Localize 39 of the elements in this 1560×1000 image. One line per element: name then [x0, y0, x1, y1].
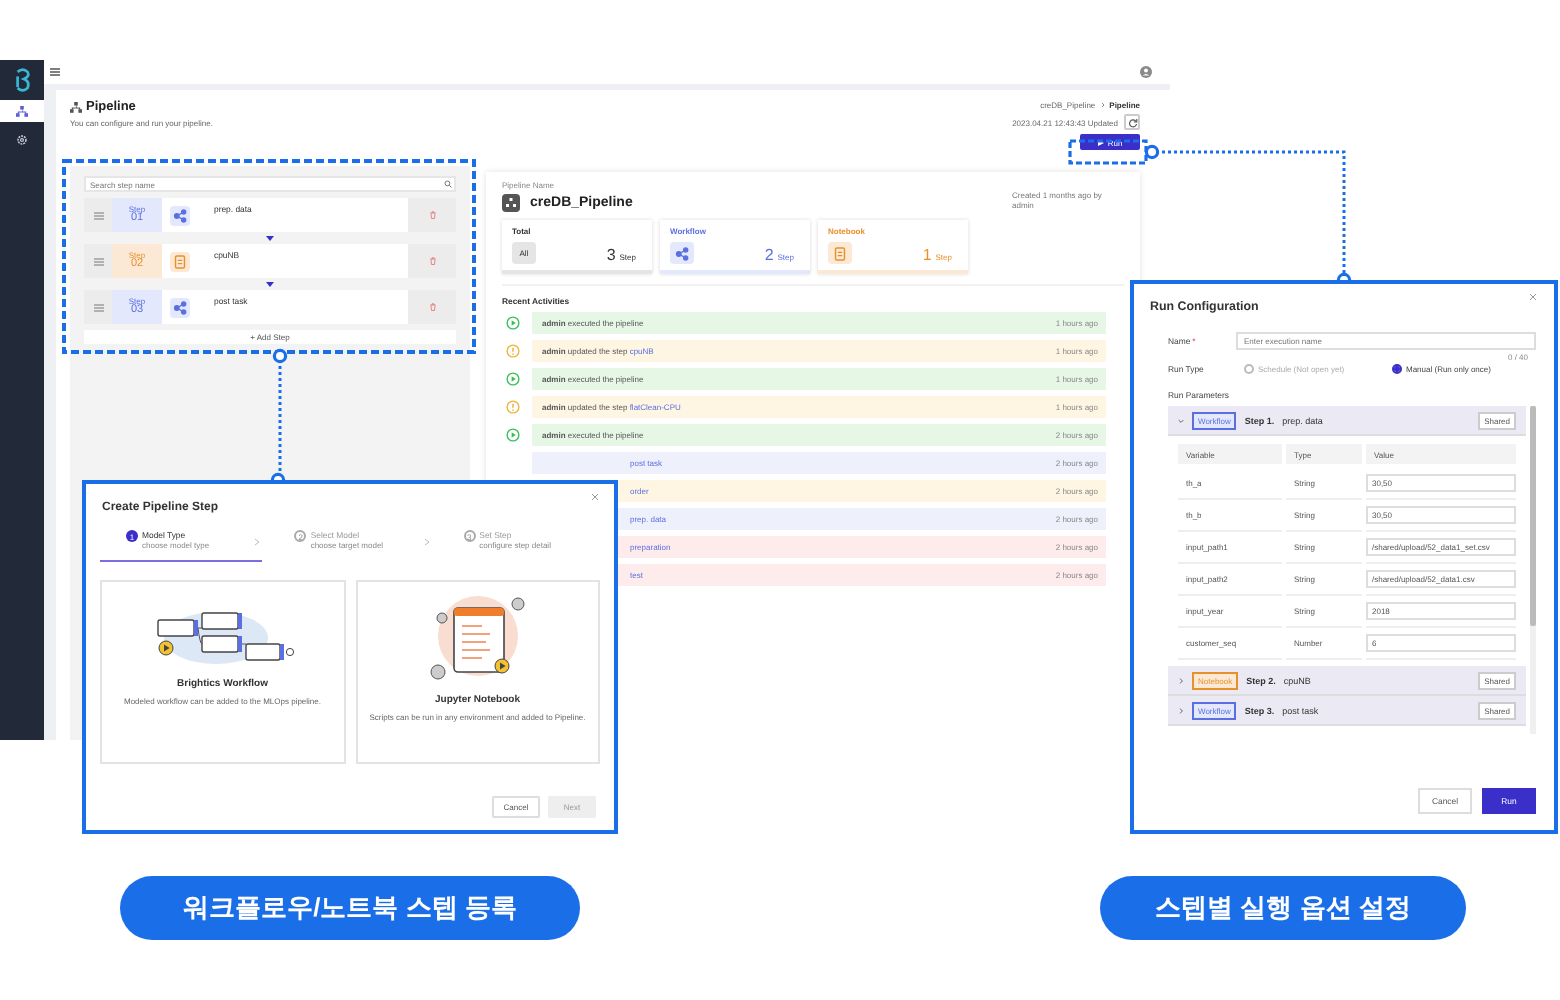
play-circle-icon — [506, 372, 520, 386]
chevron-right-icon — [423, 538, 430, 546]
share-icon — [172, 207, 188, 223]
document-icon — [172, 253, 188, 269]
callout-label: 스텝별 실행 옵션 설정 — [1100, 876, 1466, 940]
search-icon — [444, 180, 452, 188]
trash-icon[interactable] — [427, 302, 437, 312]
callout-label: 워크플로우/노트북 스텝 등록 — [120, 876, 580, 940]
play-circle-icon — [506, 428, 520, 442]
chevron-right-icon — [254, 538, 261, 546]
highlight-frame — [1068, 139, 1148, 165]
menu-icon[interactable] — [50, 68, 60, 76]
trash-icon[interactable] — [427, 256, 437, 266]
logo-icon — [13, 66, 31, 94]
chevron-down-icon — [1178, 417, 1184, 423]
share-icon — [172, 299, 188, 315]
refresh-button[interactable] — [1124, 114, 1140, 130]
sidebar-item[interactable] — [0, 100, 44, 122]
drag-handle-icon[interactable] — [93, 257, 103, 265]
user-avatar-icon[interactable] — [1140, 66, 1152, 78]
trash-icon[interactable] — [427, 210, 437, 220]
pipeline-icon — [70, 101, 82, 113]
play-icon — [1097, 139, 1104, 145]
play-circle-icon — [506, 316, 520, 330]
close-icon[interactable] — [1530, 294, 1536, 300]
pipeline-icon — [506, 198, 516, 208]
alert-circle-icon — [506, 344, 520, 358]
stat-count: 1 — [922, 246, 932, 264]
settings-icon — [16, 133, 28, 145]
drag-handle-icon[interactable] — [93, 211, 103, 219]
drag-handle-icon[interactable] — [93, 303, 103, 311]
stat-count: 3 — [606, 246, 616, 264]
chevron-right-icon — [1178, 677, 1184, 683]
chevron-right-icon — [1178, 707, 1184, 713]
scrollbar[interactable] — [1530, 406, 1536, 734]
stat-count: 2 — [764, 246, 774, 264]
alert-circle-icon — [506, 400, 520, 414]
close-icon[interactable] — [592, 494, 598, 500]
pipeline-icon — [16, 105, 28, 117]
